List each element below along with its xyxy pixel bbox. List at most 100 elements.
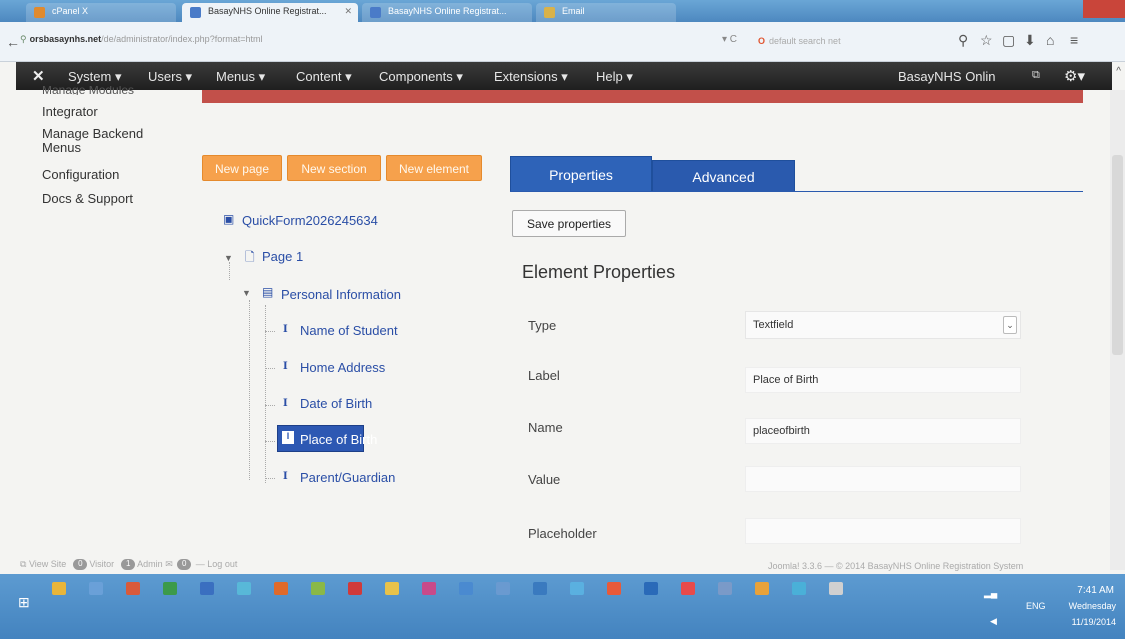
search-icon[interactable]: ⚲ [958,32,968,49]
language-indicator[interactable]: ENG [1026,601,1046,611]
site-name-link[interactable]: BasayNHS Onlin [898,69,996,84]
new-section-button[interactable]: New section [287,155,381,181]
selected-field-label: Place of Birth [300,432,378,447]
taskbar-app-icon[interactable] [311,582,325,595]
mail-icon[interactable]: ✉ [165,559,173,569]
email-icon [544,7,555,18]
browser-tab-registration-active[interactable]: BasayNHS Online Registrat... ✕ [182,3,358,22]
search-input[interactable]: Odefault search net [752,31,942,53]
browser-tab-cpanel[interactable]: cPanel X [26,3,176,22]
taskbar-app-icon[interactable] [200,582,214,595]
tree-toggle-icon[interactable]: ▼ [242,288,251,298]
scrollbar-thumb[interactable] [1112,155,1123,355]
browser-tab-email[interactable]: Email [536,3,676,22]
home-icon[interactable]: ⌂ [1046,32,1054,48]
menu-components[interactable]: Components ▾ [379,69,463,85]
tree-section-node[interactable]: Personal Information [281,287,401,302]
tab-properties[interactable]: Properties [510,156,652,192]
back-arrow-icon[interactable]: ← [6,34,20,50]
menu-users[interactable]: Users ▾ [148,69,192,85]
tree-connector [249,300,250,480]
browser-tab-label: Email [562,6,585,16]
windows-start-icon[interactable]: ⊞ [18,594,30,611]
menu-content[interactable]: Content ▾ [296,69,352,85]
chevron-down-icon[interactable]: ⌄ [1003,316,1017,334]
tree-connector [265,368,275,369]
sidebar-item-docs-support[interactable]: Docs & Support [42,192,182,206]
clock-time[interactable]: 7:41 AM [1064,585,1114,596]
network-icon[interactable]: ▂▄ [984,588,997,599]
text-field-icon: I [283,324,288,335]
taskbar-app-icon[interactable] [126,582,140,595]
tree-page-node[interactable]: Page 1 [262,249,303,264]
taskbar-app-icon[interactable] [792,582,806,595]
tree-field-node[interactable]: Name of Student [300,323,398,338]
site-identity-icon: ⚲ [20,34,27,44]
taskbar-app-icon[interactable] [570,582,584,595]
menu-extensions[interactable]: Extensions ▾ [494,69,568,85]
address-bar: ← ⚲ orsbasaynhs.net/de/administrator/inde… [0,22,1125,62]
taskbar-app-icon[interactable] [681,582,695,595]
tree-field-node[interactable]: Home Address [300,360,385,375]
tab-advanced[interactable]: Advanced [652,160,795,192]
taskbar-app-icon[interactable] [459,582,473,595]
new-page-button[interactable]: New page [202,155,282,181]
joomla-icon [190,7,201,18]
tree-field-node-selected[interactable]: I Place of Birth [277,425,377,452]
taskbar-app-icon[interactable] [52,582,66,595]
menu-menus[interactable]: Menus ▾ [216,69,265,85]
taskbar-app-icon[interactable] [89,582,103,595]
sidebar-item-integrator[interactable]: Integrator [42,105,182,119]
taskbar-app-icon[interactable] [237,582,251,595]
menu-system[interactable]: System ▾ [68,69,121,85]
menu-help[interactable]: Help ▾ [596,69,633,85]
taskbar-app-icon[interactable] [607,582,621,595]
tree-field-node[interactable]: Parent/Guardian [300,470,395,485]
value-input[interactable] [745,466,1021,492]
taskbar-app-icon[interactable] [274,582,288,595]
sidebar-item-configuration[interactable]: Configuration [42,168,182,182]
url-path: /de/administrator/index.php?format=html [101,34,263,44]
taskbar-app-icon[interactable] [496,582,510,595]
save-properties-button[interactable]: Save properties [512,210,626,237]
tree-toggle-icon[interactable]: ▼ [224,253,233,263]
sidebar-item-partial[interactable]: Manage Modules [42,86,134,95]
sidebar-item-manage-backend-menus[interactable]: Manage Backend Menus [42,127,152,155]
window-close-button[interactable] [1083,0,1125,18]
view-site-link[interactable]: View Site [29,559,66,569]
reload-icon[interactable]: ▾ C [722,34,737,45]
tree-field-node[interactable]: Date of Birth [300,396,372,411]
form-icon: ▣ [223,212,235,226]
bookmark-star-icon[interactable]: ☆ [980,32,993,49]
reading-list-icon[interactable]: ▢ [1002,32,1015,49]
tree-connector [265,331,275,332]
tree-form-node[interactable]: QuickForm2026245634 [242,213,378,228]
browser-tab-registration-2[interactable]: BasayNHS Online Registrat... [362,3,532,22]
taskbar-app-icon[interactable] [829,582,843,595]
volume-icon[interactable]: ◀ [990,616,997,627]
close-tab-icon[interactable]: ✕ [344,6,352,17]
logout-link[interactable]: Log out [207,559,237,569]
taskbar-app-icon[interactable] [644,582,658,595]
admin-label: Admin [137,559,163,569]
type-label: Type [528,318,557,333]
taskbar-app-icon[interactable] [422,582,436,595]
taskbar-app-icon[interactable] [348,582,362,595]
text-field-icon: I [282,431,294,444]
download-icon[interactable]: ⬇ [1024,32,1036,49]
footer-copyright: Joomla! 3.3.6 — © 2014 BasayNHS Online R… [768,561,1024,571]
gear-icon[interactable]: ⚙▾ [1064,67,1085,85]
new-element-button[interactable]: New element [386,155,482,181]
placeholder-input[interactable] [745,518,1021,544]
taskbar-app-icon[interactable] [163,582,177,595]
name-input-value: placeofbirth [753,425,810,437]
taskbar-app-icon[interactable] [385,582,399,595]
taskbar-app-icon[interactable] [755,582,769,595]
menu-icon[interactable]: ≡ [1070,32,1078,48]
scroll-up-icon[interactable]: ^ [1116,66,1121,77]
url-field[interactable]: ⚲ orsbasaynhs.net/de/administrator/index.… [20,34,262,45]
taskbar-app-icon[interactable] [718,582,732,595]
joomla-icon[interactable]: ✕ [32,67,45,85]
taskbar-app-icon[interactable] [533,582,547,595]
external-link-icon[interactable]: ⧉ [1032,69,1040,82]
